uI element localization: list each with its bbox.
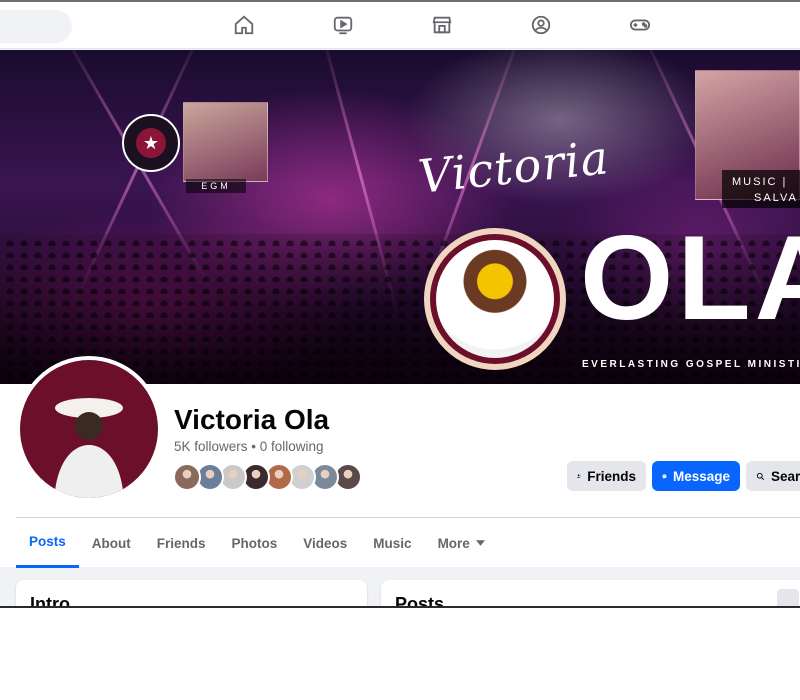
cover-photo[interactable]: ★ EGM MUSIC | SALVA Victoria OLA EVERLAS…	[0, 50, 800, 384]
video-icon[interactable]	[331, 13, 355, 37]
message-button[interactable]: Message	[652, 461, 740, 491]
search-icon	[756, 472, 765, 480]
search-button-label: Search	[770, 468, 800, 484]
caret-down-icon	[475, 540, 485, 546]
mutual-friends-avatars[interactable]	[173, 463, 362, 491]
cover-tagline: EVERLASTING GOSPEL MINISTI	[582, 359, 800, 370]
home-icon[interactable]	[232, 13, 256, 37]
groups-icon[interactable]	[529, 13, 553, 37]
intro-card: Intro	[16, 580, 367, 607]
ministry-logo: ★	[122, 114, 180, 172]
star-icon: ★	[136, 128, 166, 158]
gaming-icon[interactable]	[628, 13, 652, 37]
viewport: ★ EGM MUSIC | SALVA Victoria OLA EVERLAS…	[0, 0, 800, 607]
cover-portrait-photo	[436, 240, 554, 358]
tab-more[interactable]: More	[425, 518, 498, 568]
posts-card: Posts	[381, 580, 800, 607]
search-box[interactable]	[0, 10, 72, 43]
tab-label: Posts	[29, 534, 66, 549]
tab-label: Videos	[303, 535, 348, 551]
music-label-line1: MUSIC |	[732, 176, 788, 188]
music-label: MUSIC | SALVA	[722, 170, 800, 208]
stage-screen-left	[183, 102, 268, 182]
tab-label: Photos	[231, 535, 278, 551]
avatar-figure	[54, 398, 124, 498]
tab-label: Music	[373, 535, 412, 551]
tab-posts[interactable]: Posts	[16, 518, 79, 568]
profile-avatar[interactable]	[16, 356, 162, 502]
profile-name: Victoria Ola	[174, 404, 330, 435]
tab-about[interactable]: About	[79, 518, 144, 568]
followers-count[interactable]: 5K followers • 0 following	[174, 439, 324, 454]
tab-photos[interactable]: Photos	[219, 518, 291, 568]
egm-label: EGM	[186, 179, 246, 193]
friend-avatar[interactable]	[173, 463, 201, 491]
search-profile-button[interactable]: Search	[746, 461, 800, 491]
profile-tabs: Posts About Friends Photos Videos Music …	[16, 518, 498, 568]
messenger-icon	[662, 473, 667, 479]
marketplace-icon[interactable]	[430, 13, 454, 37]
message-button-label: Message	[672, 468, 730, 484]
top-navbar	[0, 2, 800, 49]
friends-button-label: Friends	[587, 468, 636, 484]
tab-music[interactable]: Music	[360, 518, 424, 568]
viewport-bottom-edge	[0, 606, 800, 608]
tab-videos[interactable]: Videos	[290, 518, 360, 568]
cover-script-name: Victoria	[415, 130, 612, 204]
tab-friends[interactable]: Friends	[144, 518, 219, 568]
tab-label: About	[91, 535, 131, 551]
music-label-line2: SALVA	[754, 192, 798, 204]
friend-check-icon	[577, 474, 582, 478]
friends-button[interactable]: Friends	[567, 461, 646, 491]
tab-label: More	[437, 535, 470, 551]
cover-portrait	[424, 228, 566, 370]
filter-icon[interactable]	[777, 589, 799, 607]
tab-label: Friends	[156, 535, 206, 551]
cover-big-letters: OLA	[580, 211, 800, 345]
